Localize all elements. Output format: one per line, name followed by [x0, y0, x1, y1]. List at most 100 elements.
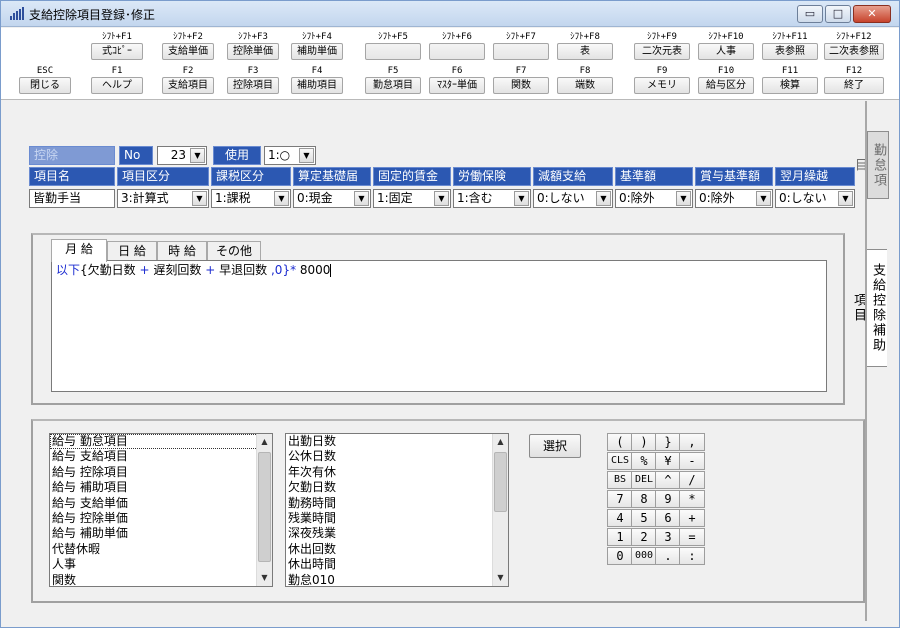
labor-insurance-select[interactable]: 1:含む ▼ — [453, 189, 531, 208]
list-item[interactable]: 勤怠010 — [286, 573, 508, 586]
minimize-button[interactable]: ▭ — [797, 5, 823, 23]
item-scrollbar[interactable]: ▲ ▼ — [492, 434, 508, 586]
memory-button[interactable]: メモリ — [634, 77, 690, 94]
list-item[interactable]: 休出回数 — [286, 542, 508, 557]
key-plus[interactable]: + — [679, 509, 705, 527]
payment-unit-price-button[interactable]: 支給単価 — [162, 43, 214, 60]
exit-button[interactable]: 終了 — [824, 77, 884, 94]
standard-report-select[interactable]: 0:現金 ▼ — [293, 189, 371, 208]
tab-other[interactable]: その他 — [207, 241, 261, 261]
key-4[interactable]: 4 — [607, 509, 633, 527]
tax-category-select[interactable]: 1:課税 ▼ — [211, 189, 291, 208]
key-caret[interactable]: ^ — [655, 471, 681, 489]
scroll-thumb[interactable] — [258, 452, 271, 562]
list-item[interactable]: 深夜残業 — [286, 526, 508, 541]
fixed-wage-select[interactable]: 1:固定 ▼ — [373, 189, 451, 208]
tab-attendance-items[interactable]: 勤怠項目 — [852, 131, 889, 199]
key-minus[interactable]: - — [679, 452, 705, 470]
key-8[interactable]: 8 — [631, 490, 657, 508]
bonus-base-select[interactable]: 0:除外 ▼ — [695, 189, 773, 208]
verify-button[interactable]: 検算 — [762, 77, 818, 94]
list-item[interactable]: 給与 控除項目 — [50, 465, 272, 480]
shift-f5-button[interactable] — [365, 43, 421, 60]
key-slash[interactable]: / — [679, 471, 705, 489]
key-asterisk[interactable]: * — [679, 490, 705, 508]
list-item[interactable]: 給与 支給項目 — [50, 449, 272, 464]
tab-daily[interactable]: 日 給 — [107, 241, 157, 261]
key-equals[interactable]: = — [679, 528, 705, 546]
two-dim-lookup-button[interactable]: 二次表参照 — [824, 43, 884, 60]
tab-payment-deduction-aux-items[interactable]: 支給控除補助項目 — [851, 249, 887, 367]
functions-button[interactable]: 関数 — [493, 77, 549, 94]
scroll-down-icon[interactable]: ▼ — [257, 570, 272, 586]
item-listbox[interactable]: 出勤日数 公休日数 年次有休 欠勤日数 勤務時間 残業時間 深夜残業 休出回数 … — [285, 433, 509, 587]
key-paren-open[interactable]: ( — [607, 433, 633, 451]
list-item[interactable]: 給与 支給単価 — [50, 496, 272, 511]
scroll-thumb[interactable] — [494, 452, 507, 512]
salary-category-button[interactable]: 給与区分 — [698, 77, 754, 94]
list-item[interactable]: 出勤日数 — [286, 434, 508, 449]
rounding-button[interactable]: 端数 — [557, 77, 613, 94]
key-delete[interactable]: DEL — [631, 471, 657, 489]
key-comma[interactable]: , — [679, 433, 705, 451]
scroll-up-icon[interactable]: ▲ — [257, 434, 272, 450]
aux-items-button[interactable]: 補助項目 — [291, 77, 343, 94]
scroll-up-icon[interactable]: ▲ — [493, 434, 508, 450]
key-period[interactable]: . — [655, 547, 681, 565]
list-item[interactable]: 給与 控除単価 — [50, 511, 272, 526]
key-yen[interactable]: ¥ — [655, 452, 681, 470]
key-5[interactable]: 5 — [631, 509, 657, 527]
tab-hourly[interactable]: 時 給 — [157, 241, 207, 261]
table-lookup-button[interactable]: 表参照 — [762, 43, 818, 60]
list-item[interactable]: 欠勤日数 — [286, 480, 508, 495]
copy-formula-button[interactable]: 式ｺﾋﾟｰ — [91, 43, 143, 60]
maximize-button[interactable]: □ — [825, 5, 851, 23]
payment-items-button[interactable]: 支給項目 — [162, 77, 214, 94]
master-unit-price-button[interactable]: ﾏｽﾀｰ単価 — [429, 77, 485, 94]
key-1[interactable]: 1 — [607, 528, 633, 546]
category-scrollbar[interactable]: ▲ ▼ — [256, 434, 272, 586]
deduction-unit-price-button[interactable]: 控除単価 — [227, 43, 279, 60]
list-item[interactable]: 給与 補助単価 — [50, 526, 272, 541]
item-category-select[interactable]: 3:計算式 ▼ — [117, 189, 209, 208]
formula-editor[interactable]: 以下{欠勤日数 + 遅刻回数 + 早退回数 ,0}* 8000 — [51, 260, 827, 392]
use-select[interactable]: 1:○ ▼ — [264, 146, 316, 165]
no-select[interactable]: 23 ▼ — [157, 146, 207, 165]
select-button[interactable]: 選択 — [529, 434, 581, 458]
list-item[interactable]: 年次有休 — [286, 465, 508, 480]
carry-over-select[interactable]: 0:しない ▼ — [775, 189, 855, 208]
list-item[interactable]: 勤務時間 — [286, 496, 508, 511]
key-0[interactable]: 0 — [607, 547, 633, 565]
key-000[interactable]: 000 — [631, 547, 657, 565]
list-item[interactable]: 残業時間 — [286, 511, 508, 526]
list-item[interactable]: 公休日数 — [286, 449, 508, 464]
key-3[interactable]: 3 — [655, 528, 681, 546]
shift-f7-button[interactable] — [493, 43, 549, 60]
two-dim-table-button[interactable]: 二次元表 — [634, 43, 690, 60]
key-backspace[interactable]: BS — [607, 471, 633, 489]
reduced-pay-select[interactable]: 0:しない ▼ — [533, 189, 613, 208]
base-amount-select[interactable]: 0:除外 ▼ — [615, 189, 693, 208]
key-colon[interactable]: : — [679, 547, 705, 565]
personnel-button[interactable]: 人事 — [698, 43, 754, 60]
list-item[interactable]: 給与 補助項目 — [50, 480, 272, 495]
tab-monthly[interactable]: 月 給 — [51, 239, 107, 262]
list-item[interactable]: 関数 — [50, 573, 272, 586]
key-percent[interactable]: % — [631, 452, 657, 470]
key-7[interactable]: 7 — [607, 490, 633, 508]
list-item[interactable]: 休出時間 — [286, 557, 508, 572]
item-name-input[interactable]: 皆勤手当 — [29, 189, 115, 208]
key-6[interactable]: 6 — [655, 509, 681, 527]
deduction-items-button[interactable]: 控除項目 — [227, 77, 279, 94]
list-item[interactable]: 人事 — [50, 557, 272, 572]
table-button[interactable]: 表 — [557, 43, 613, 60]
close-fkey-button[interactable]: 閉じる — [19, 77, 71, 94]
aux-unit-price-button[interactable]: 補助単価 — [291, 43, 343, 60]
attendance-items-button[interactable]: 勤怠項目 — [365, 77, 421, 94]
key-9[interactable]: 9 — [655, 490, 681, 508]
scroll-down-icon[interactable]: ▼ — [493, 570, 508, 586]
list-item[interactable]: 代替休暇 — [50, 542, 272, 557]
key-brace-close[interactable]: } — [655, 433, 681, 451]
help-button[interactable]: ヘルプ — [91, 77, 143, 94]
key-2[interactable]: 2 — [631, 528, 657, 546]
